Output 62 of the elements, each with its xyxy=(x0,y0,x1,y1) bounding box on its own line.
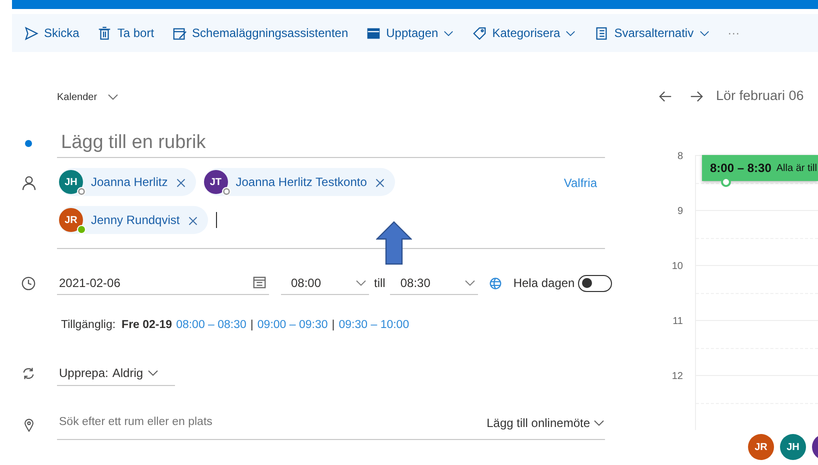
all-day-label: Hela dagen xyxy=(513,275,575,292)
forward-arrow-button[interactable] xyxy=(689,88,704,104)
hour-label: 12 xyxy=(670,370,684,384)
online-meeting-dropdown[interactable]: Lägg till onlinemöte xyxy=(486,414,605,432)
day-date-title: Lör februari 06 xyxy=(716,86,804,105)
tag-icon xyxy=(472,26,488,40)
avatar: JT xyxy=(204,170,228,194)
date-field[interactable]: 2021-02-06 xyxy=(57,271,269,295)
more-button[interactable]: ··· xyxy=(728,24,740,42)
send-icon xyxy=(24,26,39,40)
calendar-dropdown[interactable]: Kalender xyxy=(57,90,120,104)
time-slot-link[interactable]: 09:30 – 10:00 xyxy=(338,317,410,334)
left-arrow-icon xyxy=(658,88,673,104)
hour-label: 11 xyxy=(672,315,684,329)
repeat-icon xyxy=(21,366,36,381)
clock-icon xyxy=(21,276,36,290)
hour-label: 10 xyxy=(670,260,684,274)
location-pin-icon xyxy=(22,417,36,434)
start-time-field[interactable]: 08:00 xyxy=(281,271,369,295)
availability-label: Tillgänglig: xyxy=(61,318,116,333)
hour-label: 8 xyxy=(676,150,684,164)
avatar: JR xyxy=(59,208,83,232)
text-cursor xyxy=(216,212,217,228)
back-arrow-button[interactable] xyxy=(658,88,673,104)
trash-icon xyxy=(97,26,112,40)
close-icon xyxy=(374,178,385,188)
toolbar-button[interactable]: Ta bort xyxy=(97,24,154,42)
calendar-icon xyxy=(252,275,267,290)
busy-block-icon xyxy=(366,26,382,40)
attendee-chip[interactable]: JR Jenny Rundqvist xyxy=(59,206,208,234)
toolbar-button[interactable]: Skicka xyxy=(24,24,80,42)
toolbar-button[interactable]: Upptagen xyxy=(366,24,454,42)
availability-day: Fre 02-19 xyxy=(122,317,172,334)
dot-icon xyxy=(25,140,32,146)
calendar-event[interactable]: 8:00 – 8:30 Alla är till xyxy=(702,155,818,181)
separator-text: | xyxy=(250,318,254,333)
end-time-field[interactable]: 08:30 xyxy=(390,271,478,295)
time-slot-link[interactable]: 09:00 – 09:30 xyxy=(257,317,328,334)
time-slot-link[interactable]: 08:00 – 08:30 xyxy=(176,317,246,334)
list-icon xyxy=(594,26,610,40)
globe-icon xyxy=(488,276,504,290)
person-icon xyxy=(20,175,36,191)
close-icon xyxy=(176,178,186,188)
annotation-arrow xyxy=(376,221,412,265)
calendar-pencil-icon xyxy=(172,26,188,40)
hour-label: 9 xyxy=(676,205,684,219)
avatar: JH xyxy=(780,434,806,460)
right-arrow-icon xyxy=(689,88,704,104)
attendee-chip[interactable]: JT Joanna Herlitz Testkonto xyxy=(204,168,395,196)
toolbar-button[interactable]: Kategorisera xyxy=(472,24,576,42)
resize-handle[interactable] xyxy=(721,177,731,187)
toolbar-button[interactable]: Svarsalternativ xyxy=(594,24,710,42)
toolbar-button[interactable]: Schemaläggningsassistenten xyxy=(172,24,348,42)
till-label: till xyxy=(374,275,386,292)
repeat-dropdown[interactable]: Upprepa: Aldrig xyxy=(57,360,175,386)
all-day-toggle[interactable] xyxy=(578,274,612,292)
close-icon xyxy=(188,216,198,226)
avatar: JH xyxy=(59,170,83,194)
optional-link[interactable]: Valfria xyxy=(564,174,597,192)
avatar: JR xyxy=(748,434,774,460)
attendee-chip[interactable]: JH Joanna Herlitz xyxy=(59,168,196,196)
separator-text: | xyxy=(332,318,335,333)
